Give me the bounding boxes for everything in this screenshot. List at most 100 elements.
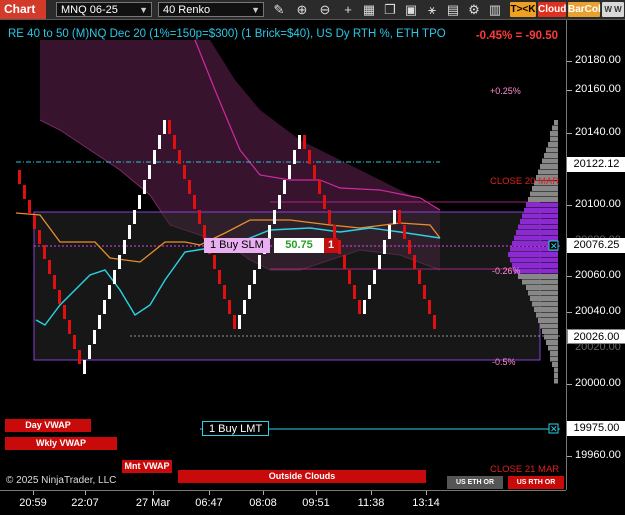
volume-profile-bar	[532, 301, 558, 307]
w-button[interactable]: W W W	[602, 2, 624, 29]
settings-icon[interactable]: ⚙	[465, 1, 483, 18]
bear-brick	[348, 270, 351, 284]
bear-brick	[418, 270, 421, 284]
volume-profile-bar	[528, 290, 558, 296]
bull-brick	[153, 150, 156, 164]
bull-brick	[113, 270, 116, 284]
bear-brick	[68, 320, 71, 334]
us-rth-or-tag: US RTH OR	[508, 476, 564, 489]
strategy-icon[interactable]: ▤	[444, 1, 462, 18]
bull-brick	[103, 300, 106, 314]
zoom-out-icon[interactable]: ⊖	[316, 1, 334, 18]
percent-change: -0.45% = -90.50	[475, 30, 558, 42]
bear-brick	[188, 180, 191, 194]
bear-brick	[178, 150, 181, 164]
bear-brick	[218, 270, 221, 284]
zoom-in-icon[interactable]: ⊕	[293, 1, 311, 18]
crosshair-icon[interactable]: +	[339, 1, 357, 18]
bull-brick	[93, 330, 96, 344]
chevron-down-icon: ▼	[139, 5, 148, 15]
price-label: 20160.00	[575, 83, 621, 95]
price-label: 19960.00	[575, 449, 621, 461]
price-label: 20040.00	[575, 305, 621, 317]
bear-brick	[358, 300, 361, 314]
bear-brick	[168, 120, 171, 134]
volume-profile-bar	[552, 125, 558, 131]
price-flag-level1: 20122.12	[567, 157, 625, 172]
buy-lmt-order-label[interactable]: 1 Buy LMT	[202, 421, 270, 436]
bull-brick	[243, 300, 246, 314]
time-label: 11:38	[357, 497, 385, 509]
time-axis[interactable]: 20:59 22:07 27 Mar 06:47 08:08 09:51 11:…	[0, 490, 566, 515]
volume-profile-bar	[544, 153, 558, 158]
bear-brick	[313, 165, 316, 179]
copy-icon[interactable]: ❐	[381, 1, 399, 18]
volume-profile-bar	[516, 230, 558, 235]
bull-brick	[363, 300, 366, 314]
bear-brick	[403, 225, 406, 239]
bear-brick	[198, 210, 201, 224]
chart-panel[interactable]: ✕ ✕ RE 40 to 50 (M)NQ Dec 20 (1%=150p=$3…	[0, 20, 566, 490]
close-20-mar-label: CLOSE 20 MAR	[490, 176, 560, 187]
price-axis[interactable]: 20180.00 20160.00 20140.00 20100.00 2006…	[566, 20, 625, 490]
bear-brick	[233, 315, 236, 329]
wkly-vwap-tag: Wkly VWAP	[5, 437, 117, 450]
volume-profile-bar	[538, 318, 558, 323]
bull-brick	[278, 195, 281, 209]
bear-brick	[193, 195, 196, 209]
tk-button[interactable]: T><K	[510, 2, 536, 17]
volume-profile-bar	[524, 208, 558, 213]
bear-brick	[58, 290, 61, 304]
time-label: 08:08	[249, 497, 277, 509]
bull-brick	[118, 255, 121, 269]
bear-brick	[423, 285, 426, 299]
volume-profile-bar	[554, 378, 558, 384]
screenshot-icon[interactable]: ▣	[402, 1, 420, 18]
bear-brick	[303, 135, 306, 149]
volume-profile-bar	[534, 307, 558, 312]
bar-type-selector[interactable]: 40 Renko ▼	[158, 2, 264, 17]
bear-brick	[213, 255, 216, 269]
time-label: 09:51	[302, 497, 330, 509]
volume-profile-bar	[550, 351, 558, 356]
bear-brick	[23, 185, 26, 199]
bear-brick	[43, 245, 46, 259]
bull-brick	[293, 150, 296, 164]
cloud-button[interactable]: Cloud	[538, 2, 566, 17]
pencil-icon[interactable]: ✎	[270, 1, 288, 18]
us-eth-or-tag: US ETH OR	[447, 476, 503, 489]
instrument-selector[interactable]: MNQ 06-25 ▼	[56, 2, 152, 17]
bear-brick	[398, 210, 401, 224]
bear-brick	[353, 285, 356, 299]
bear-brick	[328, 210, 331, 224]
chart-trader-icon[interactable]: ▥	[486, 1, 504, 18]
minus-026-label: -0.26%	[492, 266, 521, 276]
properties-icon[interactable]: ▦	[360, 1, 378, 18]
bull-brick	[83, 360, 86, 374]
bear-brick	[228, 300, 231, 314]
buy-slm-price[interactable]: 50.75	[274, 238, 324, 253]
volume-profile-bar	[526, 285, 558, 290]
price-label: 20000.00	[575, 377, 621, 389]
volume-profile-bar	[548, 345, 558, 351]
volume-profile-bar	[552, 362, 558, 367]
volume-profile-bar	[536, 312, 558, 318]
bear-brick	[38, 230, 41, 244]
buy-slm-quantity[interactable]: 1	[324, 238, 339, 253]
bull-brick	[163, 120, 166, 134]
bear-brick	[28, 200, 31, 214]
indicator-icon[interactable]: ⚹	[423, 1, 441, 18]
bear-brick	[18, 170, 21, 184]
bear-brick	[318, 180, 321, 194]
day-vwap-tag: Day VWAP	[5, 419, 91, 432]
close-21-mar-label: CLOSE 21 MAR	[490, 464, 560, 475]
bar-type-value: 40 Renko	[163, 4, 211, 16]
volume-profile-bar	[554, 373, 558, 378]
bull-brick	[368, 285, 371, 299]
chevron-down-icon: ▼	[251, 5, 260, 15]
time-label: 20:59	[19, 497, 47, 509]
bear-brick	[433, 315, 436, 329]
bear-brick	[333, 225, 336, 239]
buy-slm-order-label[interactable]: 1 Buy SLM	[204, 238, 270, 253]
barcol-button[interactable]: BarCol	[568, 2, 601, 17]
